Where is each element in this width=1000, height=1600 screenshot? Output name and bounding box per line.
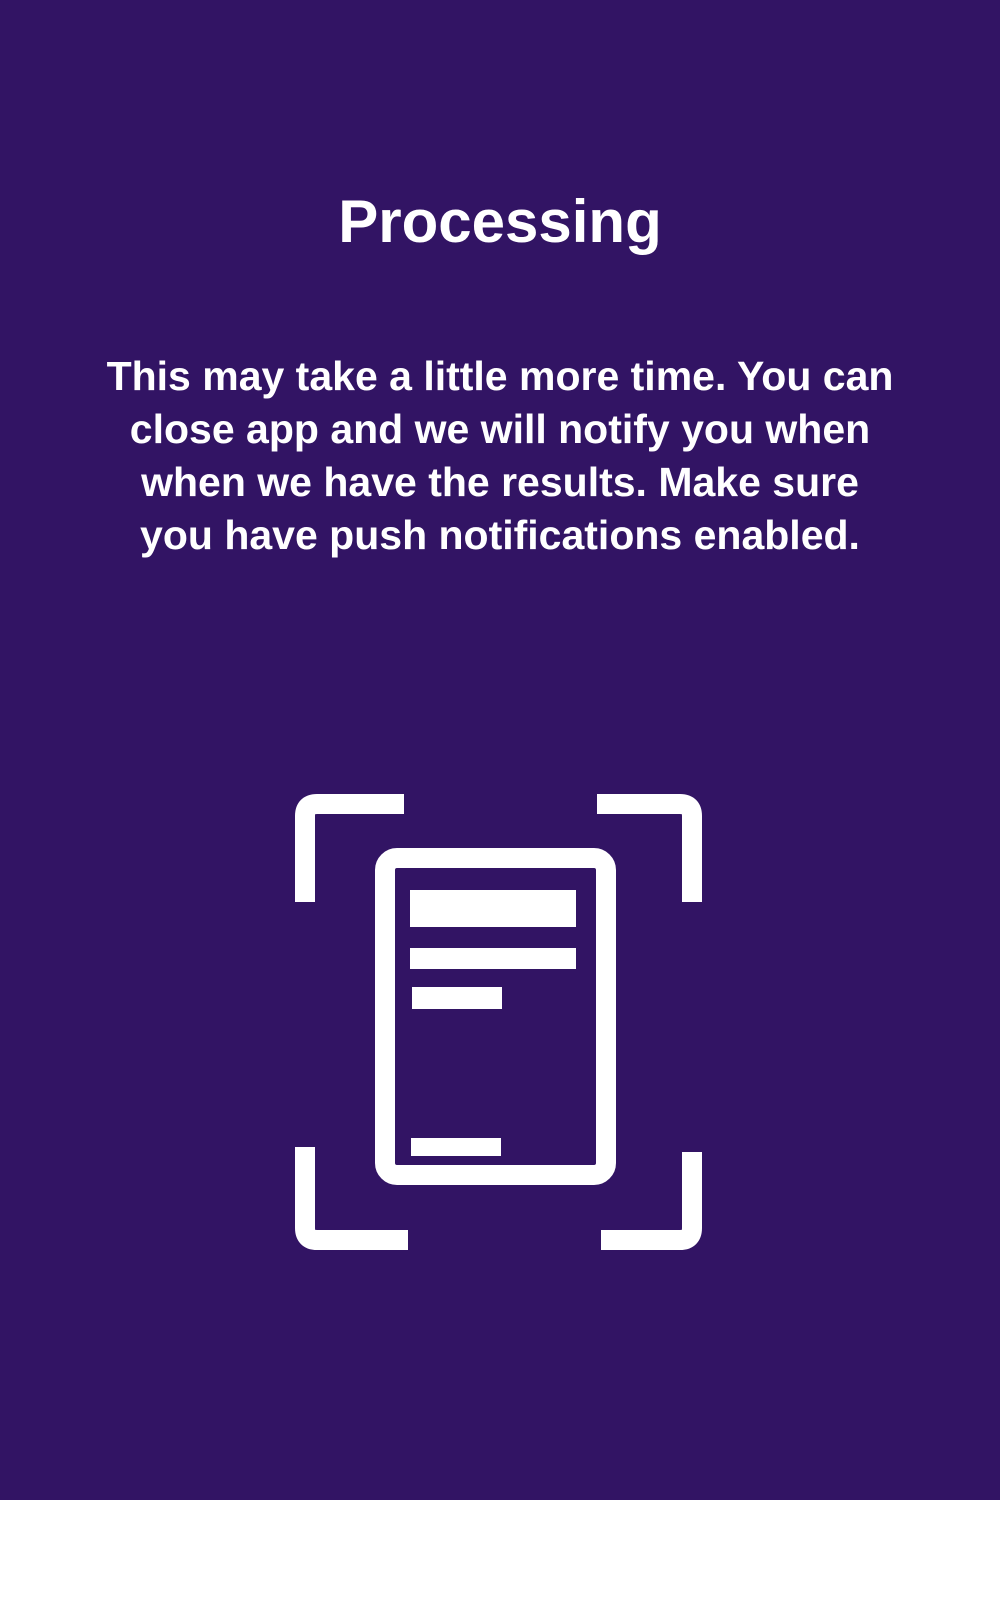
bottom-area — [0, 1500, 1000, 1600]
page-title: Processing — [338, 188, 662, 255]
processing-screen: Processing This may take a little more t… — [0, 0, 1000, 1500]
document-scan-icon — [295, 794, 702, 1250]
document-line-1 — [410, 890, 576, 927]
document-line-3 — [412, 987, 502, 1009]
document-line-4 — [411, 1138, 501, 1156]
processing-message: This may take a little more time. You ca… — [106, 353, 894, 558]
document-line-2 — [410, 948, 576, 969]
